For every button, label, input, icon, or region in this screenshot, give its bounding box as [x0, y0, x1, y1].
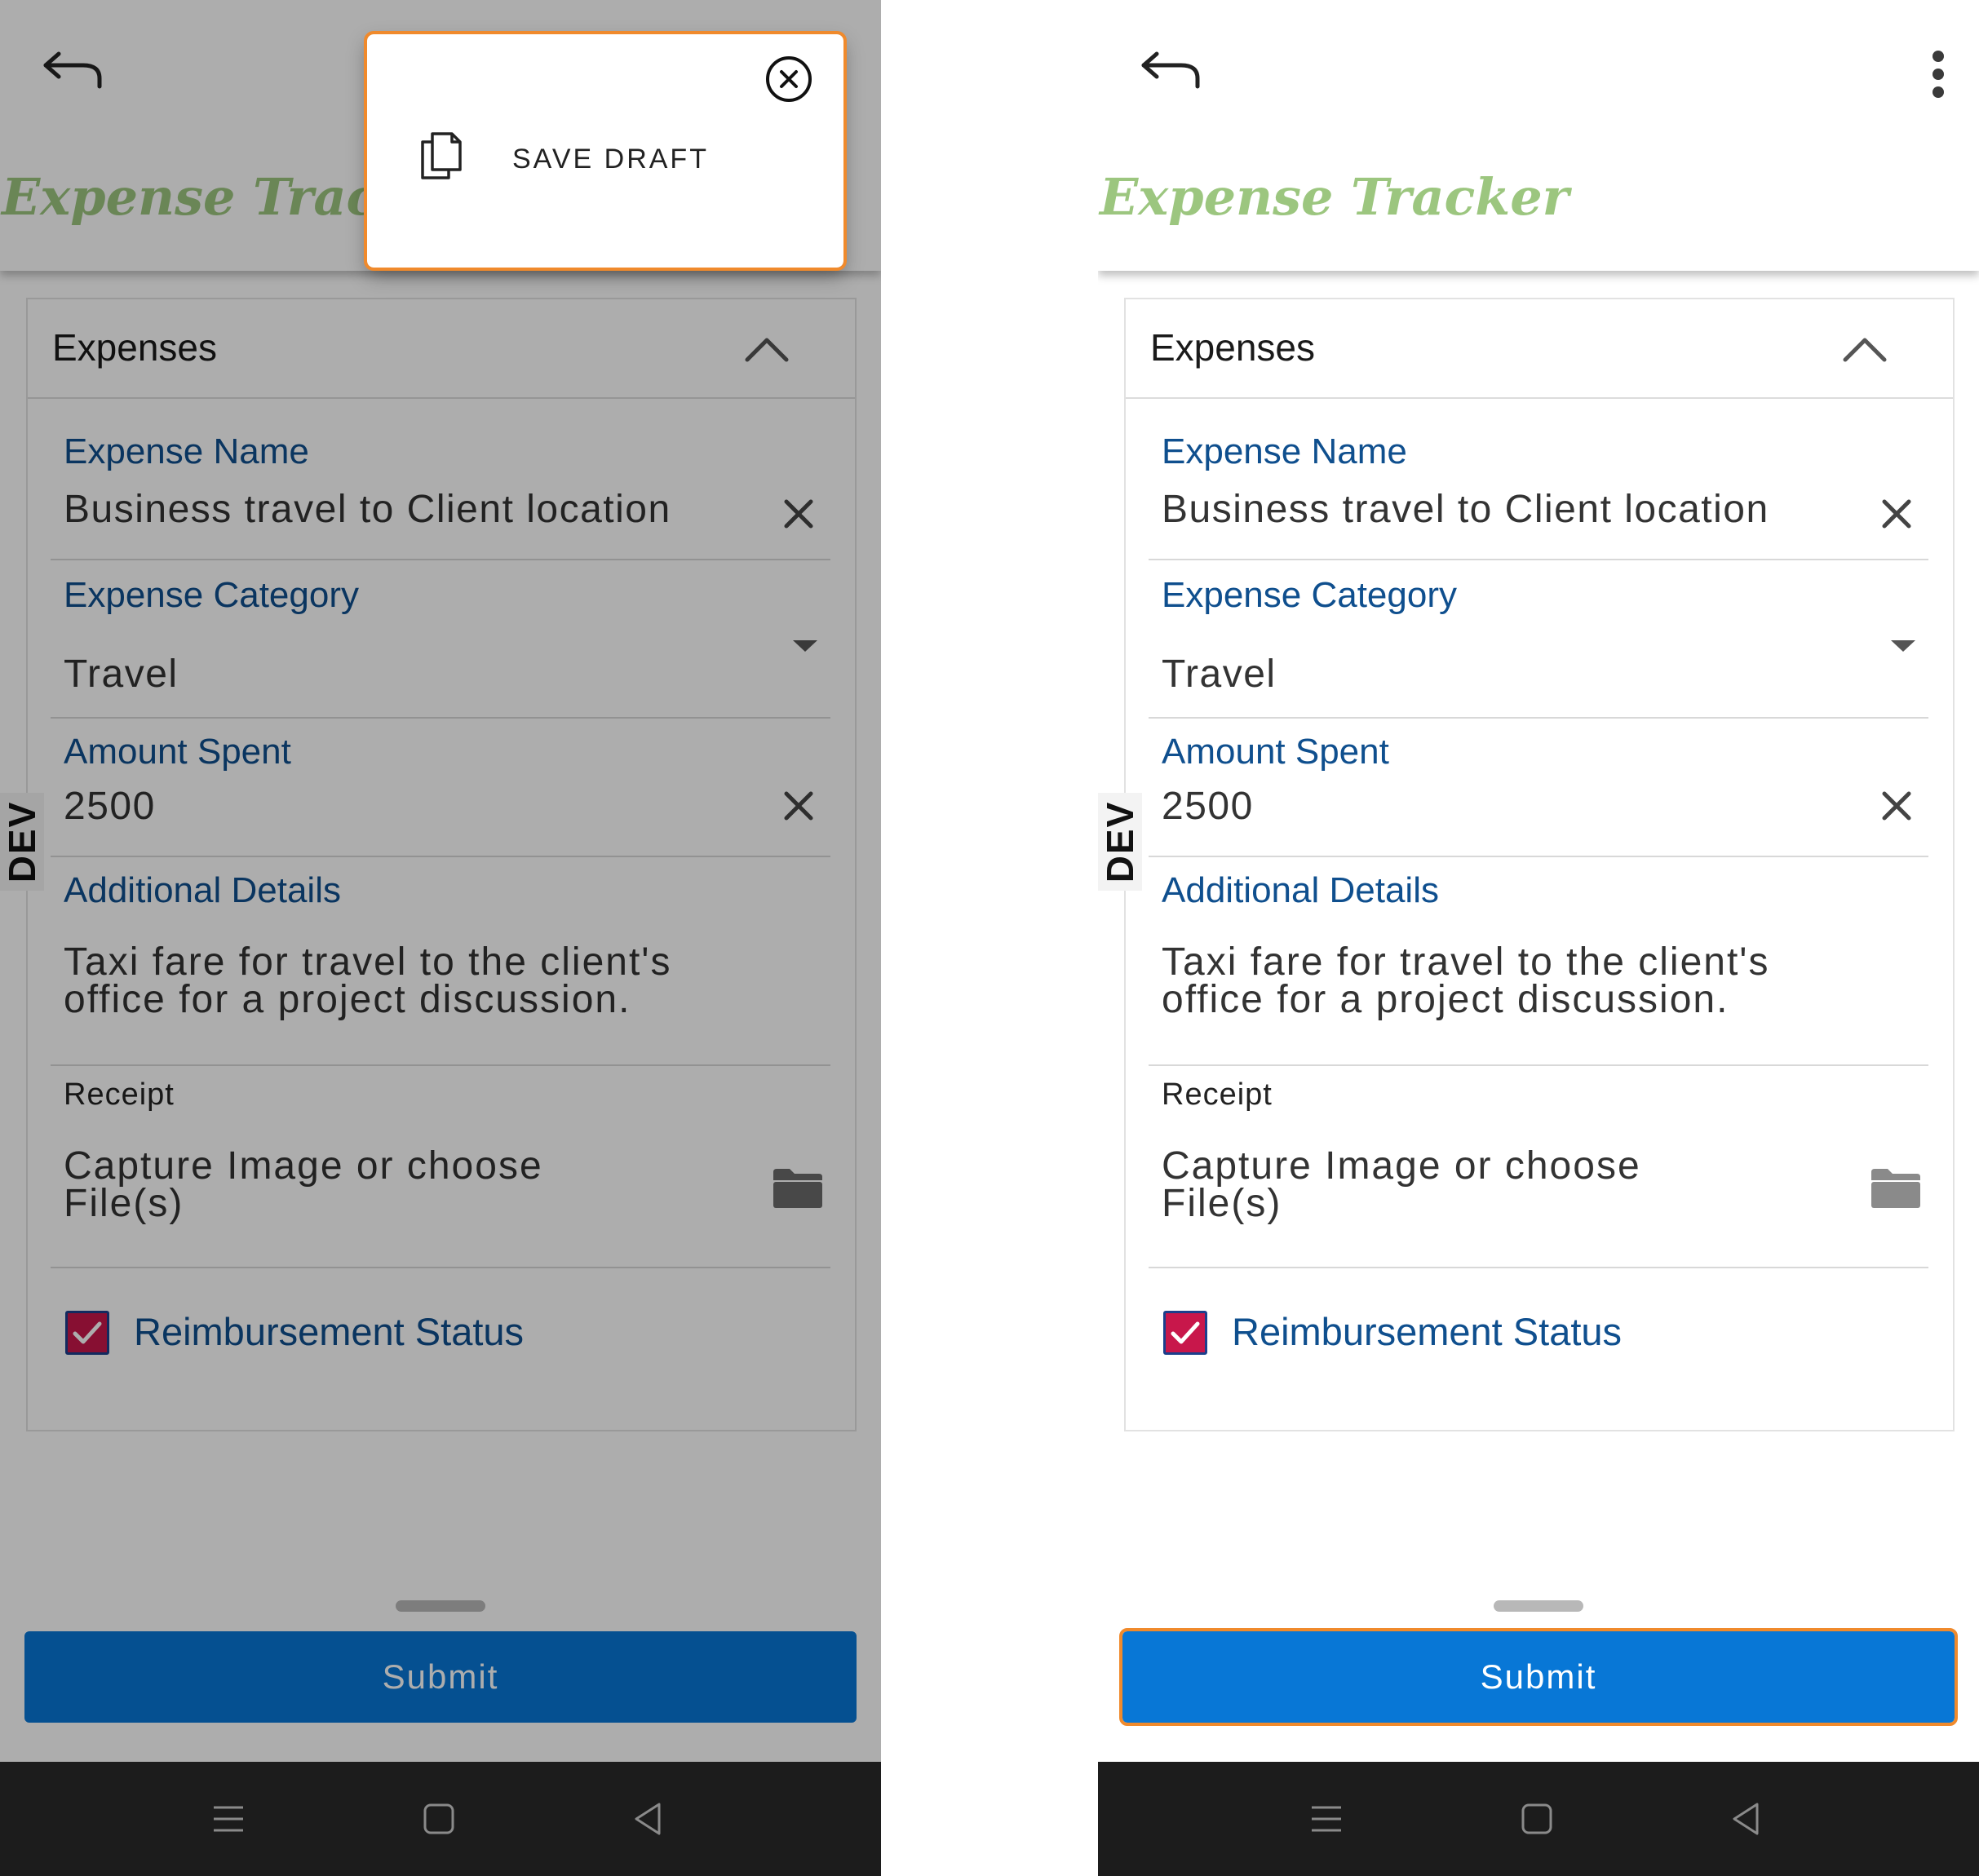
additional-details-label: Additional Details	[1162, 870, 1439, 910]
additional-details-field[interactable]: Additional Details Taxi fare for travel …	[1149, 857, 1928, 1066]
expenses-card: Expenses Expense Name Business travel to…	[1124, 298, 1955, 1431]
receipt-value[interactable]: Capture Image or choose File(s)	[1162, 1147, 1733, 1223]
recents-icon[interactable]	[209, 1798, 248, 1840]
receipt-field[interactable]: Receipt Capture Image or choose File(s)	[1149, 1066, 1928, 1268]
recents-icon[interactable]	[1307, 1798, 1346, 1840]
dev-environment-tag: DEV	[1098, 793, 1142, 891]
card-header[interactable]: Expenses	[1126, 299, 1953, 399]
additional-details-value[interactable]: Taxi fare for travel to the client's off…	[1162, 943, 1863, 1020]
back-triangle-icon[interactable]	[1726, 1798, 1765, 1840]
close-icon[interactable]	[1879, 497, 1914, 531]
save-draft-label: SAVE DRAFT	[512, 144, 709, 175]
reimbursement-status-label: Reimbursement Status	[1232, 1310, 1623, 1353]
back-triangle-icon[interactable]	[628, 1798, 667, 1840]
expense-name-label: Expense Name	[1162, 431, 1407, 471]
expense-category-label: Expense Category	[1162, 575, 1457, 615]
dev-tag-text: DEV	[1099, 800, 1141, 883]
screen-with-popup: Expense Tracker DEV Expenses Expense Nam…	[0, 0, 881, 1876]
system-nav-bar	[0, 1762, 881, 1876]
expense-category-field[interactable]: Expense Category Travel	[1149, 560, 1928, 719]
app-bar: Expense Tracker	[1098, 0, 1979, 271]
more-vertical-icon[interactable]	[1922, 47, 1955, 101]
system-nav-bar	[1098, 1762, 1979, 1876]
checkmark-icon	[1171, 1321, 1200, 1344]
receipt-label: Receipt	[1162, 1077, 1273, 1112]
expense-name-value[interactable]: Business travel to Client location	[1162, 487, 1769, 532]
submit-button[interactable]: Submit	[1119, 1628, 1958, 1726]
chevron-up-icon[interactable]	[1842, 335, 1888, 363]
back-arrow-icon[interactable]	[1139, 49, 1204, 93]
bottom-sheet: Submit	[1098, 1591, 1979, 1762]
amount-spent-value[interactable]: 2500	[1162, 784, 1254, 829]
expense-name-field[interactable]: Expense Name Business travel to Client l…	[1149, 422, 1928, 560]
app-title: Expense Tracker	[1100, 167, 1569, 227]
screen-submit-focused: Expense Tracker DEV Expenses Expense Nam…	[1098, 0, 1979, 1876]
card-title: Expenses	[1150, 326, 1316, 369]
reimbursement-checkbox[interactable]	[1163, 1311, 1207, 1355]
copy-icon	[421, 132, 462, 179]
home-icon[interactable]	[1517, 1798, 1556, 1840]
folder-icon[interactable]	[1870, 1167, 1922, 1210]
expense-category-value[interactable]: Travel	[1162, 652, 1277, 697]
amount-spent-field[interactable]: Amount Spent 2500	[1149, 719, 1928, 857]
home-icon[interactable]	[419, 1798, 458, 1840]
amount-spent-label: Amount Spent	[1162, 732, 1389, 772]
caret-down-icon[interactable]	[1889, 639, 1917, 653]
save-draft-menu-item[interactable]: SAVE DRAFT	[416, 127, 783, 184]
save-draft-popup: SAVE DRAFT	[364, 31, 847, 271]
close-icon[interactable]	[1879, 789, 1914, 823]
circle-close-icon[interactable]	[764, 54, 814, 104]
drag-handle[interactable]	[1494, 1600, 1583, 1612]
